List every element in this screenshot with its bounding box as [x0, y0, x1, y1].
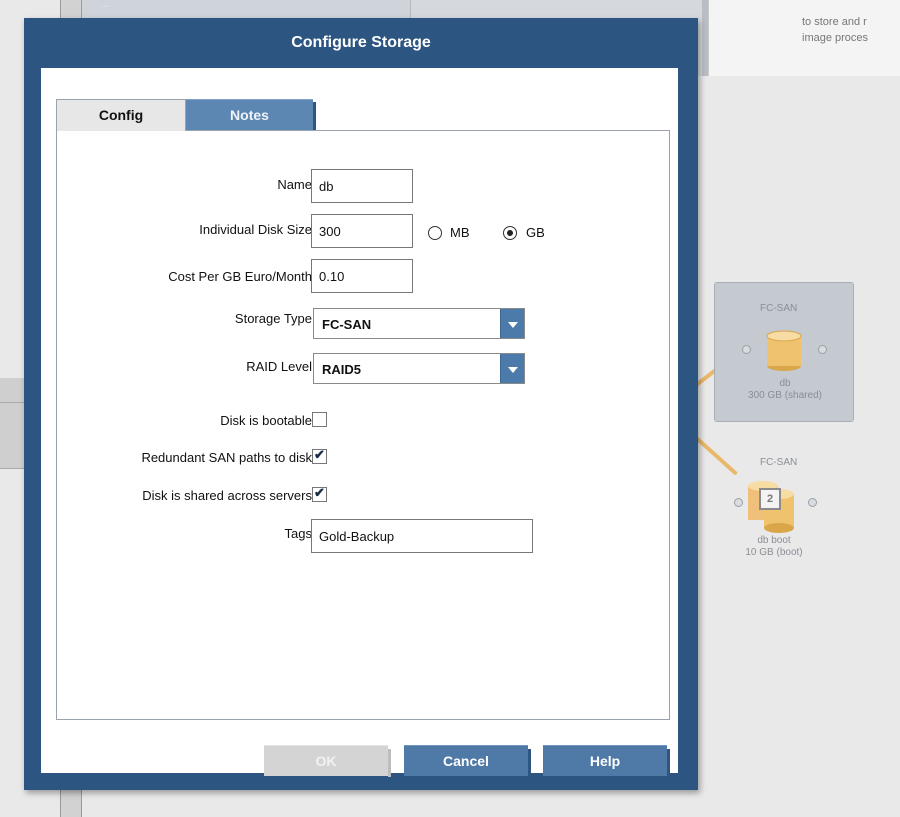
chevron-down-icon[interactable]	[500, 354, 524, 383]
cancel-button[interactable]: Cancel	[404, 745, 531, 777]
disk-count-badge: 2	[759, 488, 781, 510]
storage-node-name: db 300 GB (shared)	[748, 378, 822, 401]
configure-storage-dialog: Configure Storage Config Notes Name db I…	[24, 18, 698, 790]
raid-level-select[interactable]: RAID5	[313, 353, 525, 384]
storage-type-label: Storage Type	[234, 311, 312, 326]
raid-level-value: RAID5	[322, 362, 362, 377]
node-port-left	[742, 345, 751, 354]
tab-notes[interactable]: Notes	[186, 99, 316, 131]
disk-icon	[766, 330, 802, 371]
storage-type-select[interactable]: FC-SAN	[313, 308, 525, 339]
redundant-paths-label: Redundant SAN paths to disk	[141, 450, 312, 465]
ok-button[interactable]: OK	[264, 745, 391, 777]
storage-type-value: FC-SAN	[322, 317, 372, 332]
unit-mb-radio[interactable]	[428, 226, 442, 240]
help-button[interactable]: Help	[543, 745, 670, 777]
check-icon: ✔	[314, 447, 325, 462]
storage-node-name: db boot 10 GB (boot)	[745, 535, 803, 558]
background-description-text: to store and r image proces	[802, 16, 869, 44]
disk-size-label: Individual Disk Size	[199, 222, 312, 237]
unit-gb-radio[interactable]	[503, 226, 517, 240]
cost-label: Cost Per GB Euro/Month	[168, 269, 312, 284]
shared-label: Disk is shared across servers	[142, 488, 312, 503]
tab-config[interactable]: Config	[56, 99, 186, 131]
dialog-title[interactable]: Configure Storage	[24, 18, 698, 68]
background-tab-label: ...	[100, 0, 111, 10]
unit-mb-label: MB	[450, 225, 470, 240]
tags-input[interactable]: Gold-Backup	[311, 519, 533, 553]
name-input[interactable]: db	[311, 169, 413, 203]
storage-node-type: FC-SAN	[760, 303, 798, 314]
disk-size-input[interactable]: 300	[311, 214, 413, 248]
tags-label: Tags	[284, 526, 312, 541]
shared-checkbox[interactable]: ✔	[312, 485, 327, 502]
raid-level-label: RAID Level	[246, 359, 312, 374]
storage-node-type: FC-SAN	[760, 457, 798, 468]
name-label: Name	[277, 177, 312, 192]
bootable-label: Disk is bootable	[220, 413, 312, 428]
check-icon: ✔	[314, 485, 325, 500]
cost-input[interactable]: 0.10	[311, 259, 413, 293]
chevron-down-icon[interactable]	[500, 309, 524, 338]
redundant-paths-checkbox[interactable]: ✔	[312, 447, 327, 464]
config-tab-panel: Name db Individual Disk Size 300 MB GB C…	[56, 130, 670, 720]
node-port-right	[818, 345, 827, 354]
node-port-right	[808, 498, 817, 507]
unit-gb-label: GB	[526, 225, 545, 240]
bootable-checkbox[interactable]	[312, 412, 327, 427]
dialog-body: Config Notes Name db Individual Disk Siz…	[41, 68, 678, 777]
